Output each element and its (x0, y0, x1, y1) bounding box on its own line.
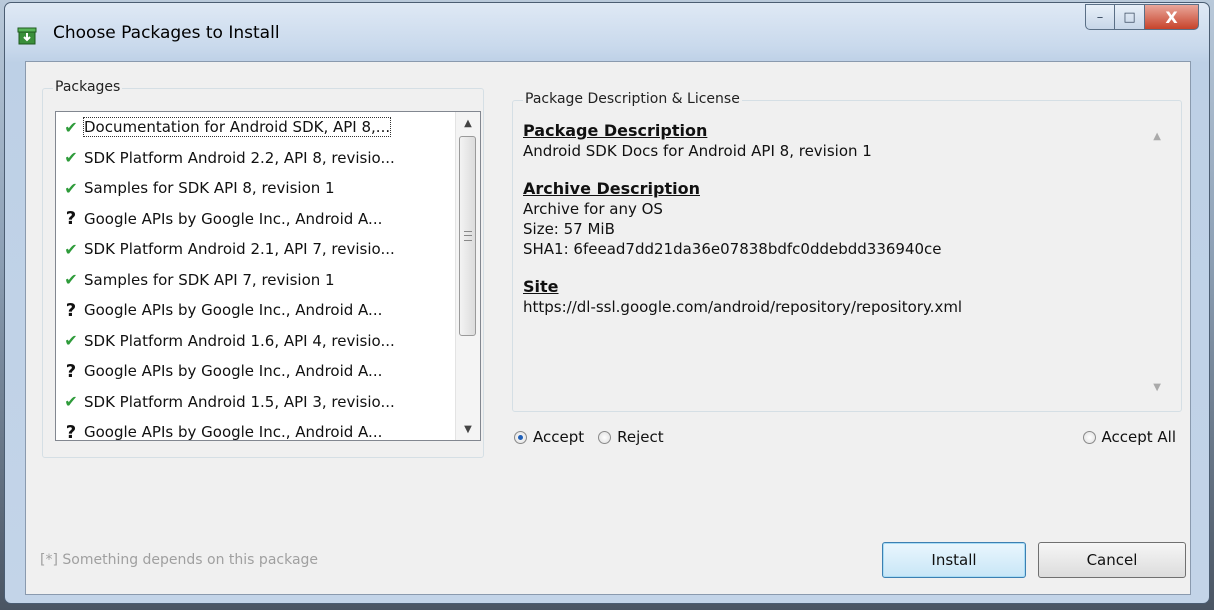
archive-sha1: SHA1: 6feead7dd21da36e07838bdfc0ddebdd33… (523, 240, 942, 258)
package-item[interactable]: ? Google APIs by Google Inc., Android A..… (56, 417, 454, 441)
package-item-label: Samples for SDK API 8, revision 1 (84, 179, 335, 198)
question-icon: ? (65, 208, 77, 230)
site-url: https://dl-ssl.google.com/android/reposi… (523, 298, 963, 316)
package-install-icon (17, 27, 37, 45)
description-group: Package Description & License Package De… (512, 91, 1182, 412)
close-button[interactable]: X (1145, 4, 1199, 30)
check-icon: ✔ (64, 178, 78, 198)
package-item[interactable]: ✔ Samples for SDK API 8, revision 1 (56, 173, 454, 204)
packages-list-items: ✔ Documentation for Android SDK, API 8,..… (56, 112, 454, 441)
package-item-label: SDK Platform Android 2.1, API 7, revisio… (84, 240, 395, 259)
package-item-label: SDK Platform Android 1.5, API 3, revisio… (84, 392, 395, 411)
reject-radio[interactable]: Reject (598, 428, 664, 446)
scroll-down-arrow-icon[interactable]: ▼ (456, 418, 480, 440)
package-item-label: Documentation for Android SDK, API 8,... (82, 117, 392, 138)
dialog-window: Choose Packages to Install – □ X Package… (4, 2, 1210, 604)
archive-description-heading: Archive Description (523, 179, 700, 198)
accept-all-label: Accept All (1101, 428, 1177, 446)
reject-radio-label: Reject (617, 428, 664, 446)
maximize-icon: □ (1123, 9, 1136, 25)
package-item-label: Google APIs by Google Inc., Android A... (84, 301, 383, 320)
package-item[interactable]: ✔ SDK Platform Android 2.2, API 8, revisi… (56, 143, 454, 174)
packages-group: Packages ✔ Documentation for Android SDK,… (42, 79, 484, 458)
package-item[interactable]: ✔ SDK Platform Android 1.6, API 4, revisi… (56, 326, 454, 357)
question-icon: ? (65, 299, 77, 321)
reject-radio-icon[interactable] (598, 430, 612, 444)
package-item-label: Google APIs by Google Inc., Android A... (84, 209, 383, 228)
scroll-up-arrow-icon[interactable]: ▲ (456, 112, 480, 134)
package-item-label: SDK Platform Android 1.6, API 4, revisio… (84, 331, 395, 350)
window-title: Choose Packages to Install (53, 23, 280, 43)
minimize-button[interactable]: – (1085, 4, 1115, 30)
archive-size: Size: 57 MiB (523, 220, 615, 238)
accept-radio-icon[interactable] (514, 430, 527, 444)
title-bar[interactable]: Choose Packages to Install – □ X (5, 3, 1209, 61)
license-choice: Accept Reject (514, 428, 678, 446)
check-icon: ✔ (64, 148, 78, 168)
description-group-label: Package Description & License (523, 91, 742, 107)
minimize-icon: – (1096, 9, 1104, 25)
packages-group-label: Packages (53, 79, 123, 95)
package-item[interactable]: ✔ Samples for SDK API 7, revision 1 (56, 265, 454, 296)
packages-scrollbar[interactable]: ▲ ▼ (455, 112, 480, 440)
check-icon: ✔ (64, 270, 78, 290)
dependency-note: [*] Something depends on this package (40, 552, 319, 568)
window-controls: – □ X (1085, 4, 1199, 30)
package-description-heading: Package Description (523, 121, 708, 140)
package-item-label: Samples for SDK API 7, revision 1 (84, 270, 335, 289)
package-item[interactable]: ? Google APIs by Google Inc., Android A..… (56, 204, 454, 235)
package-item[interactable]: ✔ Documentation for Android SDK, API 8,..… (56, 112, 454, 143)
accept-radio-label: Accept (533, 428, 585, 446)
check-icon: ✔ (64, 239, 78, 259)
check-icon: ✔ (64, 392, 78, 412)
grip-icon (464, 231, 472, 241)
description-content: Package Description Android SDK Docs for… (523, 121, 1123, 317)
accept-radio[interactable]: Accept (514, 428, 584, 446)
packages-list[interactable]: ✔ Documentation for Android SDK, API 8,..… (55, 111, 481, 441)
check-icon: ✔ (64, 117, 78, 137)
close-icon: X (1165, 7, 1178, 27)
question-icon: ? (65, 360, 77, 382)
description-panel[interactable]: Package Description Android SDK Docs for… (523, 115, 1171, 401)
accept-all-radio-icon[interactable] (1082, 430, 1096, 444)
package-item[interactable]: ✔ SDK Platform Android 1.5, API 3, revisi… (56, 387, 454, 418)
package-item-label: Google APIs by Google Inc., Android A... (84, 423, 383, 441)
dialog-body: Packages ✔ Documentation for Android SDK,… (25, 61, 1191, 595)
description-scroll-up-icon[interactable]: ▲ (1153, 131, 1161, 142)
accept-all-radio[interactable]: Accept All (1082, 428, 1177, 446)
archive-os: Archive for any OS (523, 200, 663, 218)
install-button[interactable]: Install (882, 542, 1026, 578)
scroll-thumb[interactable] (459, 136, 476, 336)
package-description-text: Android SDK Docs for Android API 8, revi… (523, 142, 872, 160)
cancel-button[interactable]: Cancel (1038, 542, 1186, 578)
question-icon: ? (65, 421, 77, 441)
package-item[interactable]: ✔ SDK Platform Android 2.1, API 7, revisi… (56, 234, 454, 265)
package-item-label: SDK Platform Android 2.2, API 8, revisio… (84, 148, 395, 167)
package-item[interactable]: ? Google APIs by Google Inc., Android A..… (56, 295, 454, 326)
package-item-label: Google APIs by Google Inc., Android A... (84, 362, 383, 381)
site-heading: Site (523, 277, 559, 296)
check-icon: ✔ (64, 331, 78, 351)
maximize-button[interactable]: □ (1115, 4, 1145, 30)
package-item[interactable]: ? Google APIs by Google Inc., Android A..… (56, 356, 454, 387)
description-scroll-down-icon[interactable]: ▼ (1153, 382, 1161, 393)
